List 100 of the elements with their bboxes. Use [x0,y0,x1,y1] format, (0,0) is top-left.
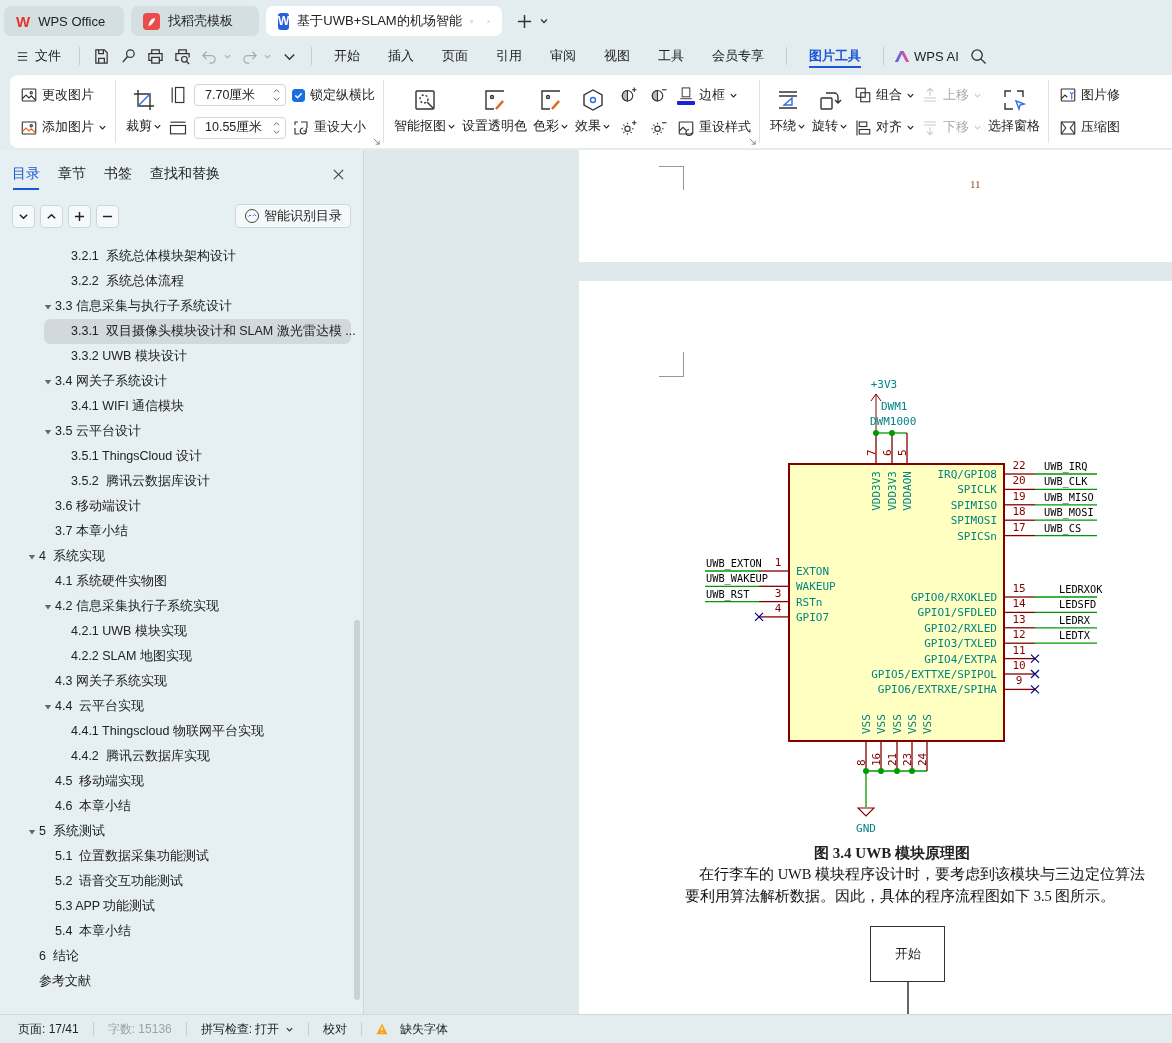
toc-item[interactable]: 4.1 系统硬件实物图 [28,569,351,594]
ai-button[interactable]: WPS AI [894,48,959,64]
ribbon-button[interactable]: 效果 [575,80,611,143]
toc-item[interactable]: 3.3 信息采集与执行子系统设计 [28,294,351,319]
toc-item[interactable]: 4.2.1 UWB 模块实现 [44,619,351,644]
ribbon-button[interactable]: 色彩 [533,80,569,143]
size-field[interactable]: 7.70厘米 [194,84,286,107]
document-tab[interactable]: 找稻壳模板 [131,6,259,36]
expand-arrow-icon[interactable] [44,602,52,611]
save-icon[interactable] [93,47,110,65]
toc-item[interactable]: 5 系统测试 [12,819,351,844]
pin-name: VDDAON [901,471,914,511]
expand-arrow-icon[interactable] [44,702,52,711]
picture-brush-icon [482,88,507,112]
dialog-launcher-icon[interactable] [749,138,756,145]
expand-arrow-icon[interactable] [44,377,52,386]
expand-button[interactable] [40,204,63,228]
toc-item[interactable]: 参考文献 [12,969,351,994]
pin-name: VSS [906,714,919,734]
ribbon-tab[interactable]: 引用 [482,41,536,71]
value-label: DWM1000 [870,415,917,428]
toc-item[interactable]: 5.4 本章小结 [28,919,351,944]
ribbon-button[interactable]: 添加图片 [20,115,107,140]
ribbon-button[interactable]: 重设样式 [677,115,751,140]
size-field[interactable]: 10.55厘米 [194,116,286,139]
toc-item[interactable]: 3.4.1 WIFI 通信模块 [44,394,351,419]
ribbon-tab[interactable]: 插入 [374,41,428,71]
toc-item[interactable]: 3.5 云平台设计 [28,419,351,444]
ribbon-button[interactable]: 图片修 [1059,83,1120,108]
toc-item[interactable]: 4.3 网关子系统实现 [28,669,351,694]
ribbon-button[interactable]: 对齐 [854,115,915,140]
sidebar-tab[interactable]: 查找和替换 [150,162,220,186]
toc-item[interactable]: 5.2 语音交互功能测试 [28,869,351,894]
toc-item[interactable]: 6 结论 [12,944,351,969]
toc-item[interactable]: 3.2.2 系统总体流程 [44,269,351,294]
ribbon-button[interactable]: 压缩图 [1059,115,1120,140]
document-tab[interactable]: W WPS Office [4,6,124,36]
status-item[interactable]: 缺失字体 [372,1020,453,1038]
ribbon-button[interactable]: 更改图片 [20,83,94,108]
ribbon-button[interactable]: 环绕 [770,80,806,143]
ribbon-tab[interactable]: 图片工具 [795,41,875,71]
ribbon-tab[interactable]: 工具 [644,41,698,71]
expand-arrow-icon[interactable] [44,427,52,436]
ribbon-button[interactable]: 重设大小 [292,115,366,140]
close-icon[interactable] [332,167,345,181]
expand-arrow-icon[interactable] [28,827,36,836]
new-tab-icon[interactable] [517,13,532,29]
sidebar-tab[interactable]: 书签 [104,162,132,186]
ribbon-button[interactable]: 设置透明色 [462,80,527,143]
sidebar-tab[interactable]: 章节 [58,162,86,186]
status-item[interactable]: 拼写检查: 打开 [196,1020,299,1038]
status-item[interactable]: 校对 [319,1020,352,1038]
caret-icon[interactable] [539,16,549,26]
toc-item[interactable]: 4.4.2 腾讯云数据库实现 [44,744,351,769]
ribbon-button[interactable]: 组合 [854,83,915,108]
expand-arrow-icon[interactable] [44,302,52,311]
toc-item[interactable]: 4.5 移动端实现 [28,769,351,794]
toc-item[interactable]: 4.2 信息采集执行子系统实现 [28,594,351,619]
pin-number: 6 [881,449,894,456]
file-menu[interactable]: 文件 [16,47,71,65]
collapse-button[interactable] [12,204,35,228]
add-button[interactable] [68,204,91,228]
ribbon-button[interactable]: 裁剪 [126,80,162,143]
spinner-icon[interactable] [272,87,281,104]
ribbon-tab[interactable]: 视图 [590,41,644,71]
ribbon-tab[interactable]: 会员专享 [698,41,778,71]
search-icon[interactable] [969,47,987,65]
toc-item[interactable]: 3.6 移动端设计 [28,494,351,519]
toc-item[interactable]: 3.5.2 腾讯云数据库设计 [44,469,351,494]
toc-item[interactable]: 4.6 本章小结 [28,794,351,819]
toc-item[interactable]: 3.3.2 UWB 模块设计 [44,344,351,369]
smart-toc-button[interactable]: 智能识别目录 [235,204,351,228]
expand-arrow-icon[interactable] [28,552,36,561]
toc-item[interactable]: 4.2.2 SLAM 地图实现 [44,644,351,669]
ribbon-tab[interactable]: 页面 [428,41,482,71]
ribbon-tab[interactable]: 审阅 [536,41,590,71]
toc-item[interactable]: 3.7 本章小结 [28,519,351,544]
ribbon-button[interactable]: 旋转 [812,80,848,143]
toc-item[interactable]: 4 系统实现 [12,544,351,569]
print-preview-icon[interactable] [174,47,191,65]
ribbon-button[interactable]: 边框 [677,83,738,108]
toc-item[interactable]: 5.1 位置数据采集功能测试 [28,844,351,869]
toc-item[interactable]: 3.2.1 系统总体模块架构设计 [44,244,351,269]
toc-item[interactable]: 5.3 APP 功能测试 [28,894,351,919]
spinner-icon[interactable] [272,119,281,136]
toc-item[interactable]: 4.4 云平台实现 [28,694,351,719]
checkbox[interactable] [292,88,305,102]
toc-item[interactable]: 3.4 网关子系统设计 [28,369,351,394]
ribbon-tab[interactable]: 开始 [320,41,374,71]
dialog-launcher-icon[interactable] [373,138,380,145]
toc-item[interactable]: 3.5.1 ThingsCloud 设计 [44,444,351,469]
print-icon[interactable] [147,47,164,65]
scrollbar-thumb[interactable] [354,620,360,1000]
status-item[interactable]: 页面: 17/41 [14,1020,83,1038]
pane-cursor-icon [1002,88,1026,112]
pin-line [1003,534,1036,537]
ribbon-button[interactable]: 选择窗格 [988,80,1040,143]
ribbon-button[interactable]: 智能抠图 [394,80,456,143]
pin-line [1003,519,1036,521]
toc-item[interactable]: 4.4.1 Thingscloud 物联网平台实现 [44,719,351,744]
